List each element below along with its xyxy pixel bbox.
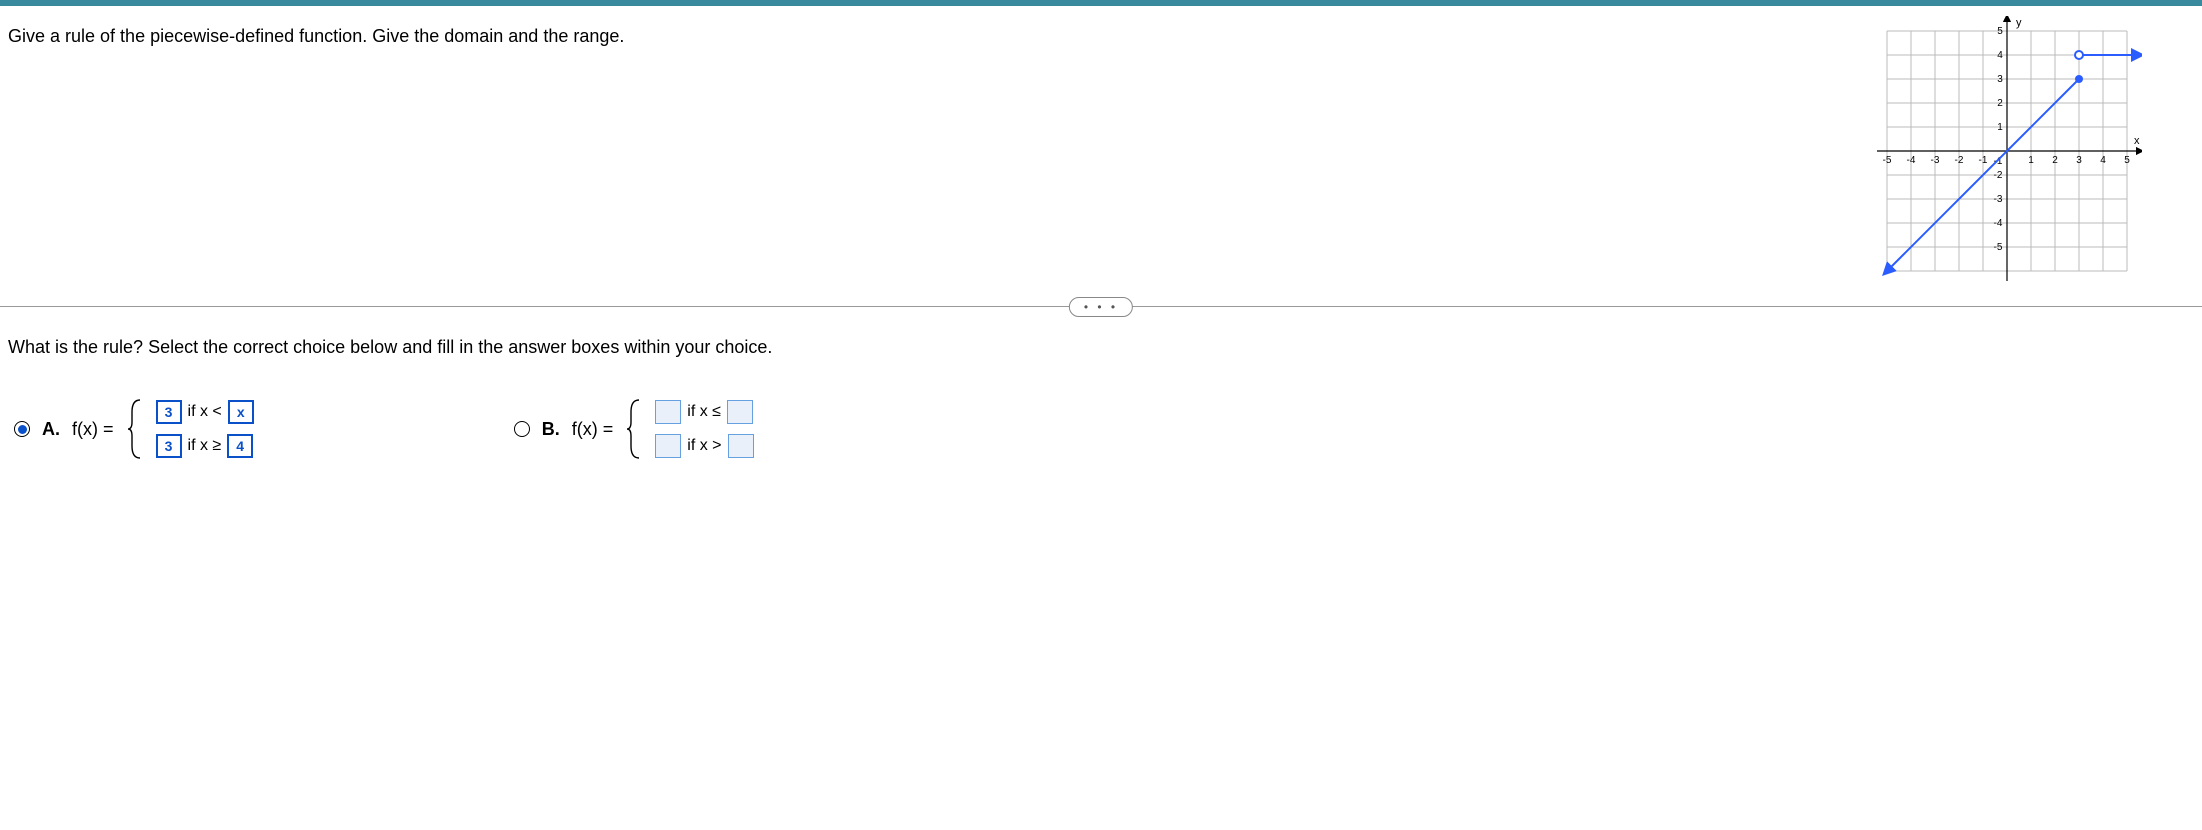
question-area: Give a rule of the piecewise-defined fun…	[0, 6, 2202, 306]
svg-text:-5: -5	[1994, 242, 2003, 253]
svg-text:2: 2	[1997, 98, 2003, 109]
b-row1-bound-input[interactable]	[727, 400, 753, 424]
choice-a-label: A.	[42, 419, 60, 440]
radio-a[interactable]	[14, 421, 30, 437]
b-row2-bound-input[interactable]	[728, 434, 754, 458]
svg-text:3: 3	[1997, 74, 2003, 85]
choice-a-prefix: f(x) =	[72, 419, 114, 440]
svg-text:-2: -2	[1955, 155, 1964, 166]
choice-b[interactable]: B. f(x) = if x ≤ if x >	[514, 398, 754, 460]
svg-text:4: 4	[2100, 155, 2106, 166]
brace-icon	[126, 398, 144, 460]
svg-text:-5: -5	[1883, 155, 1892, 166]
svg-text:3: 3	[2076, 155, 2082, 166]
b-row1-value-input[interactable]	[655, 400, 681, 424]
a-row1-bound-input[interactable]	[228, 400, 254, 424]
section-divider: • • •	[0, 306, 2202, 307]
svg-text:-4: -4	[1994, 218, 2003, 229]
svg-text:y: y	[2016, 17, 2022, 29]
radio-b[interactable]	[514, 421, 530, 437]
b-row2-value-input[interactable]	[655, 434, 681, 458]
a-row2-bound-input[interactable]	[227, 434, 253, 458]
svg-text:-2: -2	[1994, 170, 2003, 181]
a-row1-cond: if x <	[188, 403, 222, 421]
svg-text:1: 1	[2028, 155, 2034, 166]
choice-a-pieces: if x < if x ≥	[156, 398, 254, 460]
choice-b-prefix: f(x) =	[572, 419, 614, 440]
brace-icon	[625, 398, 643, 460]
expand-pill[interactable]: • • •	[1069, 297, 1133, 317]
svg-text:-1: -1	[1979, 155, 1988, 166]
choice-b-label: B.	[542, 419, 560, 440]
b-row2-cond: if x >	[687, 437, 721, 455]
piecewise-graph: -5-4-3-2-1 12345 54321 -1-2-3-4-5 y x	[1872, 16, 2142, 286]
svg-text:2: 2	[2052, 155, 2058, 166]
choices-container: A. f(x) = if x < if x ≥ B. f(x) =	[0, 368, 2202, 470]
svg-text:-3: -3	[1931, 155, 1940, 166]
choice-a[interactable]: A. f(x) = if x < if x ≥	[14, 398, 254, 460]
svg-text:1: 1	[1997, 122, 2003, 133]
a-row2-cond: if x ≥	[188, 437, 222, 455]
svg-text:4: 4	[1997, 50, 2003, 61]
question-text: Give a rule of the piecewise-defined fun…	[8, 26, 1872, 47]
svg-text:-4: -4	[1907, 155, 1916, 166]
svg-text:-3: -3	[1994, 194, 2003, 205]
a-row2-value-input[interactable]	[156, 434, 182, 458]
choice-b-pieces: if x ≤ if x >	[655, 398, 753, 460]
b-row1-cond: if x ≤	[687, 403, 721, 421]
a-row1-value-input[interactable]	[156, 400, 182, 424]
svg-text:x: x	[2134, 135, 2140, 147]
svg-text:5: 5	[1997, 26, 2003, 37]
svg-text:5: 5	[2124, 155, 2130, 166]
